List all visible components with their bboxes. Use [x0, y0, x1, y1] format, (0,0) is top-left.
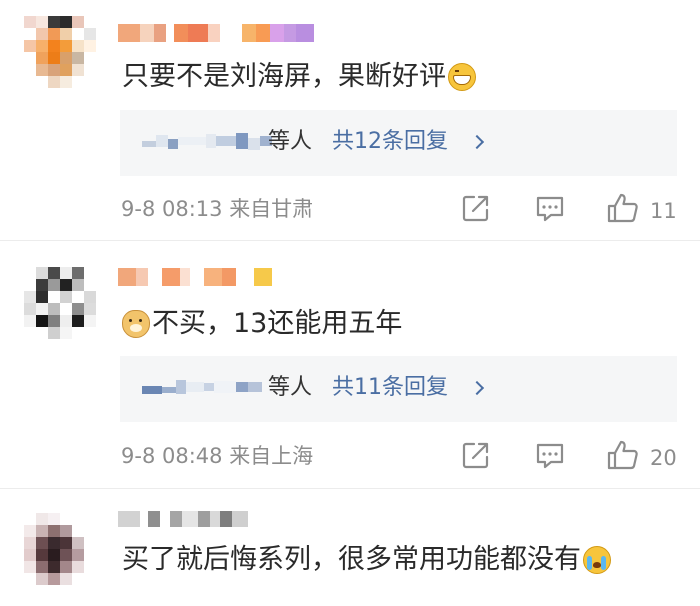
chevron-right-icon[interactable]	[469, 134, 485, 150]
avatar[interactable]	[24, 16, 96, 88]
avatar[interactable]	[24, 513, 96, 585]
comment-item: 不买，13还能用五年 等人 共11条回复 9-8 08:48 来自上海 20	[0, 241, 700, 489]
comment-text: 买了就后悔系列，很多常用功能都没有	[122, 543, 611, 577]
comment-icon[interactable]	[534, 192, 566, 224]
reply-usernames-censored	[142, 378, 262, 396]
comment-icon[interactable]	[534, 439, 566, 471]
grin-emoji-icon	[448, 63, 476, 91]
reply-count-link[interactable]: 共12条回复	[332, 128, 448, 156]
reply-count-link[interactable]: 共11条回复	[332, 374, 448, 402]
crying-emoji-icon	[583, 546, 611, 574]
comment-location: 来自甘肃	[229, 197, 314, 221]
thumbs-up-icon[interactable]	[606, 439, 640, 471]
comment-meta: 9-8 08:48 来自上海	[121, 443, 313, 469]
reply-summary-box[interactable]: 等人 共11条回复	[120, 356, 677, 422]
reply-usernames-censored	[142, 132, 272, 150]
comment-text: 不买，13还能用五年	[122, 307, 402, 341]
username-censored[interactable]	[118, 24, 314, 42]
avatar[interactable]	[24, 267, 96, 339]
share-icon[interactable]	[460, 439, 492, 471]
comment-item: 买了就后悔系列，很多常用功能都没有	[0, 489, 700, 606]
comment-text: 只要不是刘海屏，果断好评	[122, 60, 476, 94]
share-icon[interactable]	[460, 192, 492, 224]
reply-people-label: 等人	[268, 129, 313, 154]
reply-people-label: 等人	[268, 375, 313, 400]
doge-emoji-icon	[122, 310, 150, 338]
comment-text-content: 不买，13还能用五年	[152, 308, 403, 339]
comment-text-content: 买了就后悔系列，很多常用功能都没有	[122, 544, 581, 575]
comment-item: 只要不是刘海屏，果断好评 等人 共12条回复 9-8 08:13 来自甘肃 11	[0, 0, 700, 241]
chevron-right-icon[interactable]	[469, 380, 485, 396]
comment-meta: 9-8 08:13 来自甘肃	[121, 196, 313, 222]
comment-time: 9-8 08:13	[121, 197, 223, 221]
comment-time: 9-8 08:48	[121, 444, 223, 468]
thumbs-up-icon[interactable]	[606, 192, 640, 224]
reply-summary-box[interactable]: 等人 共12条回复	[120, 110, 677, 176]
like-count: 11	[650, 199, 677, 223]
username-censored[interactable]	[118, 268, 272, 286]
like-count: 20	[650, 446, 677, 470]
comment-location: 来自上海	[229, 444, 314, 468]
username-censored[interactable]	[118, 511, 248, 527]
comment-text-content: 只要不是刘海屏，果断好评	[122, 61, 446, 92]
